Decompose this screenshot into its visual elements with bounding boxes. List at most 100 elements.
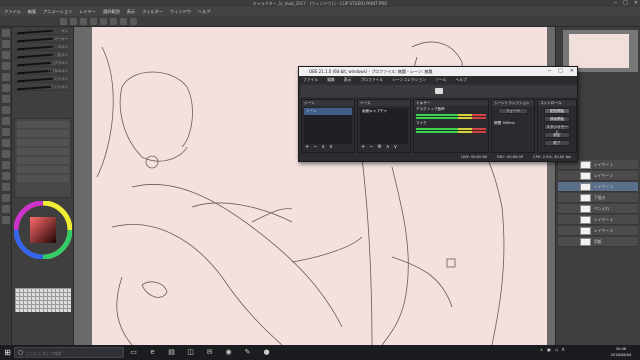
mail-icon[interactable]: ✉ bbox=[204, 347, 215, 358]
brush-preset[interactable]: ミリペン bbox=[15, 77, 70, 83]
scene-item[interactable]: シーン bbox=[304, 108, 352, 115]
select-tool-icon[interactable] bbox=[1, 51, 10, 59]
balloon-tool-icon[interactable] bbox=[1, 183, 10, 191]
ime-icon[interactable]: A bbox=[562, 347, 565, 352]
maximize-button[interactable]: □ bbox=[623, 0, 628, 7]
figure-tool-icon[interactable] bbox=[1, 161, 10, 169]
zoom-tool-icon[interactable] bbox=[1, 29, 10, 37]
layer-row[interactable]: 用紙 bbox=[558, 237, 638, 247]
add-icon[interactable]: + bbox=[305, 144, 309, 150]
obs-close-button[interactable]: ✕ bbox=[570, 67, 574, 76]
menu-selection[interactable]: 選択範囲 bbox=[103, 9, 120, 15]
layer-row[interactable]: レイヤー 2 bbox=[558, 171, 638, 181]
layer-row[interactable]: レイヤー 4 bbox=[558, 215, 638, 225]
volume-slider[interactable] bbox=[416, 131, 486, 133]
gear-icon[interactable]: ⚙ bbox=[377, 144, 381, 150]
studio-mode-button[interactable]: スタジオモード bbox=[544, 124, 570, 134]
layer-row[interactable]: ペン入れ bbox=[558, 204, 638, 214]
property-row[interactable] bbox=[17, 148, 69, 155]
duration-field[interactable]: 300ms bbox=[502, 121, 514, 125]
layer-row[interactable]: 下描き bbox=[558, 193, 638, 203]
menu-file[interactable]: ファイル bbox=[4, 9, 21, 15]
obs-menu-edit[interactable]: 編集 bbox=[327, 77, 335, 83]
add-icon[interactable]: + bbox=[361, 144, 365, 150]
open-icon[interactable] bbox=[70, 17, 77, 25]
pencil-tool-icon[interactable] bbox=[1, 84, 10, 92]
property-row[interactable] bbox=[17, 121, 69, 128]
brush-preset[interactable]: 丸ペン bbox=[15, 53, 70, 59]
property-row[interactable] bbox=[17, 166, 69, 173]
property-row[interactable] bbox=[17, 157, 69, 164]
obs-minimize-button[interactable]: ─ bbox=[548, 67, 551, 76]
layer-row[interactable]: レイヤー 3 bbox=[558, 182, 638, 192]
property-row[interactable] bbox=[17, 130, 69, 137]
transition-select[interactable]: フェード bbox=[498, 108, 528, 114]
redo-icon[interactable] bbox=[100, 17, 107, 25]
obs-preview[interactable] bbox=[301, 85, 577, 97]
close-button[interactable]: ✕ bbox=[634, 0, 638, 7]
brush-preset[interactable]: カブラペン bbox=[15, 61, 70, 67]
obs-menu-tools[interactable]: ツール bbox=[435, 77, 446, 83]
clear-icon[interactable] bbox=[110, 17, 117, 25]
pen-tool-icon[interactable] bbox=[1, 73, 10, 81]
property-row[interactable] bbox=[17, 139, 69, 146]
edge-icon[interactable]: e bbox=[147, 347, 158, 358]
deselect-icon[interactable] bbox=[130, 17, 137, 25]
color-set-grid[interactable] bbox=[15, 288, 71, 312]
eyedropper-tool-icon[interactable] bbox=[1, 62, 10, 70]
brush-preset[interactable]: ペン bbox=[15, 29, 70, 35]
windows-start-icon[interactable]: ⊞ bbox=[2, 347, 13, 358]
gradient-tool-icon[interactable] bbox=[1, 150, 10, 158]
menu-edit[interactable]: 編集 bbox=[28, 9, 36, 15]
brush-preset[interactable]: サインペン bbox=[15, 85, 70, 91]
save-icon[interactable] bbox=[80, 17, 87, 25]
obs-menu-scene-collection[interactable]: シーンコレクション bbox=[392, 77, 426, 83]
new-file-icon[interactable] bbox=[60, 17, 67, 25]
transform-icon[interactable] bbox=[120, 17, 127, 25]
layer-row[interactable]: レイヤー 5 bbox=[558, 226, 638, 236]
settings-button[interactable]: 設定 bbox=[544, 132, 570, 138]
correct-line-tool-icon[interactable] bbox=[1, 205, 10, 213]
explorer-icon[interactable]: ▤ bbox=[166, 347, 177, 358]
brush-tool-icon[interactable] bbox=[1, 95, 10, 103]
clipstudio-icon[interactable]: ✎ bbox=[242, 347, 253, 358]
start-streaming-button[interactable]: 配信開始 bbox=[544, 108, 570, 114]
volume-slider[interactable] bbox=[416, 117, 486, 119]
main-color-swatch-icon[interactable] bbox=[1, 216, 10, 224]
obs-menu-profile[interactable]: プロファイル bbox=[360, 77, 383, 83]
airbrush-tool-icon[interactable] bbox=[1, 106, 10, 114]
obs-menu-view[interactable]: 表示 bbox=[344, 77, 352, 83]
eraser-tool-icon[interactable] bbox=[1, 117, 10, 125]
property-row[interactable] bbox=[17, 175, 69, 182]
undo-icon[interactable] bbox=[90, 17, 97, 25]
color-wheel[interactable] bbox=[14, 201, 72, 259]
menu-help[interactable]: ヘルプ bbox=[198, 9, 211, 15]
volume-icon[interactable]: ◁ bbox=[555, 347, 558, 352]
network-icon[interactable]: ▣ bbox=[547, 347, 551, 352]
obs-menu-help[interactable]: ヘルプ bbox=[456, 77, 467, 83]
brush-preset[interactable]: リアルGペン bbox=[15, 69, 70, 75]
brush-preset[interactable]: マーカー bbox=[15, 37, 70, 43]
chrome-icon[interactable]: ◉ bbox=[223, 347, 234, 358]
move-down-icon[interactable]: ∨ bbox=[329, 144, 333, 150]
move-down-icon[interactable]: ∨ bbox=[394, 144, 398, 150]
menu-window[interactable]: ウィンドウ bbox=[170, 9, 191, 15]
start-recording-button[interactable]: 録画開始 bbox=[544, 116, 570, 122]
brush-preset[interactable]: Gペン bbox=[15, 45, 70, 51]
minimize-button[interactable]: ─ bbox=[614, 0, 617, 7]
remove-icon[interactable]: − bbox=[313, 144, 317, 150]
source-item[interactable]: 画面キャプチャ bbox=[360, 108, 408, 115]
menu-animation[interactable]: アニメーション bbox=[43, 9, 72, 15]
exit-button[interactable]: 終了 bbox=[544, 140, 570, 146]
tray-chevron-icon[interactable]: ∧ bbox=[540, 347, 543, 352]
remove-icon[interactable]: − bbox=[369, 144, 373, 150]
task-view-icon[interactable]: ▭ bbox=[128, 347, 139, 358]
taskbar-search[interactable]: ○ bbox=[14, 347, 124, 358]
move-up-icon[interactable]: ∧ bbox=[386, 144, 390, 150]
search-input[interactable] bbox=[26, 349, 121, 357]
menu-view[interactable]: 表示 bbox=[127, 9, 135, 15]
ruler-tool-icon[interactable] bbox=[1, 194, 10, 202]
move-up-icon[interactable]: ∧ bbox=[321, 144, 325, 150]
obs-menu-file[interactable]: ファイル bbox=[303, 77, 318, 83]
move-tool-icon[interactable] bbox=[1, 40, 10, 48]
